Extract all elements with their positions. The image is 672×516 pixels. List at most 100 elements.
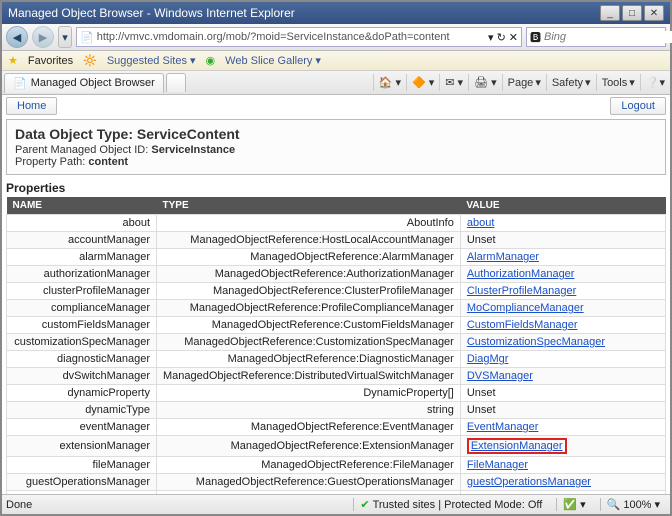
tools-menu[interactable]: Tools ▾ [596, 74, 640, 91]
back-button[interactable]: ◀ [6, 26, 28, 48]
safety-menu[interactable]: Safety ▾ [546, 74, 596, 91]
status-settings[interactable]: ✅ ▾ [556, 498, 591, 511]
home-icon-button[interactable]: 🏠 ▾ [373, 74, 406, 91]
feeds-icon-button[interactable]: 🔶 ▾ [406, 74, 439, 91]
shield-icon: ✔ [360, 498, 369, 511]
value-link[interactable]: DiagMgr [467, 353, 509, 365]
value-link[interactable]: DVSManager [467, 370, 533, 382]
page-menu[interactable]: Page ▾ [502, 74, 546, 91]
status-bar: Done ✔Trusted sites | Protected Mode: Of… [2, 494, 670, 514]
table-row: customizationSpecManagerManagedObjectRef… [7, 334, 666, 351]
cell-name: dynamicType [7, 402, 157, 419]
tab-active[interactable]: 📄 Managed Object Browser [4, 73, 164, 93]
table-row: alarmManagerManagedObjectReference:Alarm… [7, 249, 666, 266]
stop-icon[interactable]: ✕ [509, 31, 518, 44]
cell-value: AlarmManager [460, 249, 665, 266]
value-link[interactable]: FileManager [467, 459, 528, 471]
recent-dropdown[interactable]: ▾ [58, 26, 72, 48]
properties-table: NAME TYPE VALUE aboutAboutInfoaboutaccou… [6, 197, 666, 494]
cell-value: MoComplianceManager [460, 300, 665, 317]
table-row: accountManagerManagedObjectReference:Hos… [7, 232, 666, 249]
mail-icon-button[interactable]: ✉ ▾ [439, 74, 468, 91]
parent-line: Parent Managed Object ID: ServiceInstanc… [15, 144, 657, 156]
object-heading: Data Object Type: ServiceContent [15, 126, 657, 142]
cell-type: string [157, 402, 461, 419]
maximize-button[interactable]: □ [622, 5, 642, 21]
cell-name: diagnosticManager [7, 351, 157, 368]
url-input[interactable] [97, 31, 485, 43]
cell-type: ManagedObjectReference:CustomFieldsManag… [157, 317, 461, 334]
cell-value: Unset [460, 402, 665, 419]
value-link[interactable]: ClusterProfileManager [467, 285, 576, 297]
cell-name: complianceManager [7, 300, 157, 317]
value-link[interactable]: about [467, 217, 495, 229]
value-link[interactable]: AuthorizationManager [467, 268, 575, 280]
cell-value: EventManager [460, 419, 665, 436]
window-title: Managed Object Browser - Windows Interne… [8, 6, 295, 20]
table-row: guestOperationsManagerManagedObjectRefer… [7, 474, 666, 491]
web-slice-link[interactable]: Web Slice Gallery ▾ [225, 54, 321, 67]
status-zone[interactable]: ✔Trusted sites | Protected Mode: Off [353, 498, 548, 511]
cell-type: ManagedObjectReference:ProfileCompliance… [157, 300, 461, 317]
search-box[interactable]: 🅱 🔍 [526, 27, 666, 47]
cell-value: DiagMgr [460, 351, 665, 368]
address-bar[interactable]: 📄 ▾ ↻ ✕ [76, 27, 522, 47]
path-line: Property Path: content [15, 156, 657, 168]
cell-name: dvSwitchManager [7, 368, 157, 385]
cell-value: CustomizationSpecManager [460, 334, 665, 351]
tab-page-icon: 📄 [13, 77, 27, 90]
forward-button[interactable]: ▶ [32, 26, 54, 48]
cell-type: ManagedObjectReference:ExtensionManager [157, 436, 461, 457]
cell-type: ManagedObjectReference:CustomizationSpec… [157, 334, 461, 351]
cell-value: Unset [460, 385, 665, 402]
table-row: aboutAboutInfoabout [7, 215, 666, 232]
value-link[interactable]: ExtensionManager [471, 440, 563, 452]
table-row: dynamicPropertyDynamicProperty[]Unset [7, 385, 666, 402]
window-titlebar: Managed Object Browser - Windows Interne… [2, 2, 670, 24]
cell-value: AuthorizationManager [460, 266, 665, 283]
table-row: authorizationManagerManagedObjectReferen… [7, 266, 666, 283]
table-row: clusterProfileManagerManagedObjectRefere… [7, 283, 666, 300]
value-link[interactable]: guestOperationsManager [467, 476, 591, 488]
logout-link[interactable]: Logout [610, 97, 666, 115]
value-link[interactable]: EventManager [467, 421, 539, 433]
minimize-button[interactable]: _ [600, 5, 620, 21]
suggested-sites-link[interactable]: Suggested Sites ▾ [107, 54, 196, 67]
cell-name: customizationSpecManager [7, 334, 157, 351]
table-row: eventManagerManagedObjectReference:Event… [7, 419, 666, 436]
cell-type: ManagedObjectReference:GuestOperationsMa… [157, 474, 461, 491]
webslice-icon: ◉ [206, 54, 216, 67]
cell-type: ManagedObjectReference:FileManager [157, 457, 461, 474]
value-link[interactable]: CustomizationSpecManager [467, 336, 605, 348]
zoom-control[interactable]: 🔍 100% ▾ [600, 498, 666, 511]
cell-name: clusterProfileManager [7, 283, 157, 300]
print-icon-button[interactable]: 🖨 ▾ [468, 74, 502, 91]
cell-name: alarmManager [7, 249, 157, 266]
value-link[interactable]: AlarmManager [467, 251, 539, 263]
table-row: complianceManagerManagedObjectReference:… [7, 300, 666, 317]
cell-name: guestOperationsManager [7, 474, 157, 491]
properties-heading: Properties [6, 181, 666, 195]
favorites-bar: ★ Favorites 🔆 Suggested Sites ▾ ◉ Web Sl… [2, 51, 670, 71]
new-tab-button[interactable] [166, 73, 186, 92]
help-icon-button[interactable]: ❔▾ [640, 74, 670, 91]
cell-name: customFieldsManager [7, 317, 157, 334]
table-row: diagnosticManagerManagedObjectReference:… [7, 351, 666, 368]
value-link[interactable]: CustomFieldsManager [467, 319, 578, 331]
cell-name: authorizationManager [7, 266, 157, 283]
cell-name: accountManager [7, 232, 157, 249]
close-button[interactable]: ✕ [644, 5, 664, 21]
col-type: TYPE [157, 197, 461, 215]
refresh-icon[interactable]: ↻ [497, 31, 506, 44]
search-input[interactable] [544, 31, 672, 43]
cell-name: about [7, 215, 157, 232]
url-dropdown-icon[interactable]: ▾ [488, 31, 494, 44]
home-link[interactable]: Home [6, 97, 57, 115]
page-content: Home Logout Data Object Type: ServiceCon… [2, 95, 670, 494]
table-row: dvSwitchManagerManagedObjectReference:Di… [7, 368, 666, 385]
favorites-star-icon[interactable]: ★ [8, 54, 18, 67]
cell-name: fileManager [7, 457, 157, 474]
value-link[interactable]: MoComplianceManager [467, 302, 584, 314]
table-row: extensionManagerManagedObjectReference:E… [7, 436, 666, 457]
cell-type: ManagedObjectReference:HostLocalAccountM… [157, 232, 461, 249]
